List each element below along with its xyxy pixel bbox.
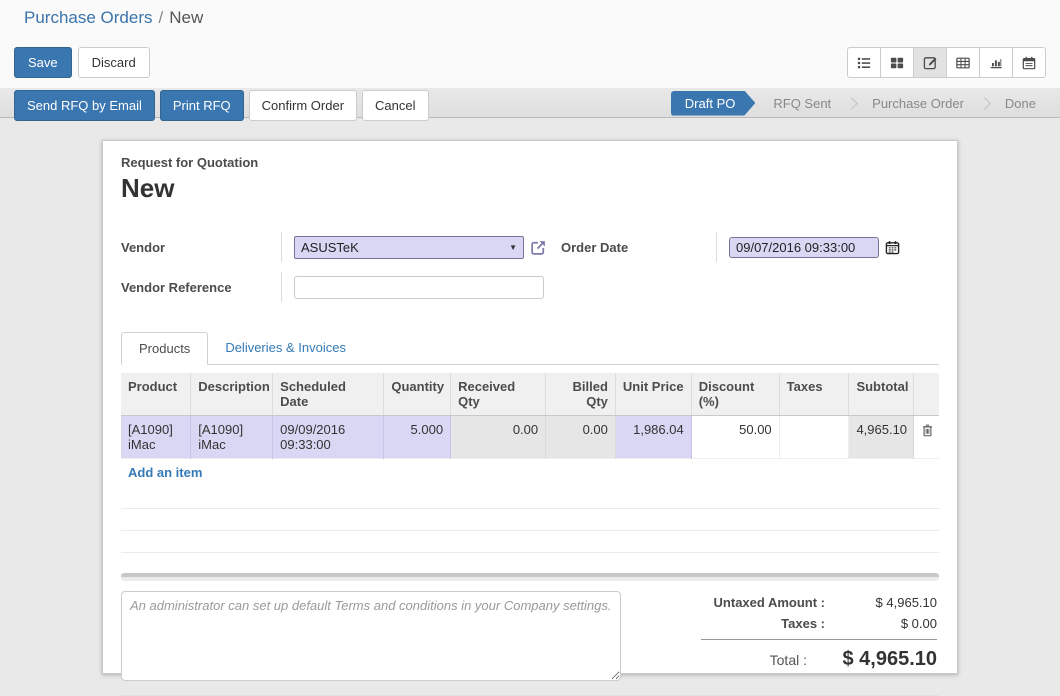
top-bar: Purchase Orders / New Save Discard [0, 0, 1060, 88]
stage-indicator: Draft PO RFQ Sent Purchase Order Done [671, 88, 1050, 118]
stage-purchase-order[interactable]: Purchase Order [858, 96, 978, 111]
cell-scheduled-date[interactable]: 09/09/2016 09:33:00 [273, 416, 384, 459]
cell-received-qty: 0.00 [451, 416, 546, 459]
kanban-view-button[interactable] [880, 47, 914, 78]
add-an-item-link[interactable]: Add an item [128, 465, 202, 480]
calendar-icon [1022, 56, 1036, 70]
content-area: Request for Quotation New Vendor ASUSTeK… [0, 118, 1060, 693]
form-sheet: Request for Quotation New Vendor ASUSTeK… [102, 140, 958, 674]
list-icon [857, 56, 871, 70]
vendor-value: ASUSTeK [301, 240, 509, 255]
form-view-button[interactable] [913, 47, 947, 78]
list-view-button[interactable] [847, 47, 881, 78]
cell-taxes[interactable] [779, 416, 849, 459]
cell-subtotal: 4,965.10 [849, 416, 914, 459]
table-row: [A1090] iMac [A1090] iMac 09/09/2016 09:… [121, 416, 939, 459]
graph-view-button[interactable] [979, 47, 1013, 78]
tab-products[interactable]: Products [121, 332, 208, 365]
breadcrumb-current: New [169, 8, 203, 27]
external-link-icon[interactable] [530, 239, 547, 256]
cell-discount[interactable]: 50.00 [691, 416, 779, 459]
delete-row-icon[interactable] [921, 424, 934, 437]
empty-row [121, 508, 939, 530]
chevron-right-icon [845, 97, 858, 110]
notebook-tabs: Products Deliveries & Invoices [121, 332, 939, 365]
order-date-input[interactable] [729, 237, 879, 258]
cell-billed-qty: 0.00 [546, 416, 616, 459]
horizontal-scrollbar[interactable] [121, 573, 939, 581]
totals-panel: Untaxed Amount : $ 4,965.10 Taxes : $ 0.… [621, 591, 939, 681]
column-description: Description [191, 373, 273, 416]
untaxed-amount-value: $ 4,965.10 [825, 595, 937, 610]
totals-divider [701, 639, 937, 640]
column-received-qty: Received Qty [451, 373, 546, 416]
cell-quantity[interactable]: 5.000 [384, 416, 451, 459]
taxes-value: $ 0.00 [825, 616, 937, 631]
graph-icon [989, 56, 1003, 70]
discard-button[interactable]: Discard [78, 47, 150, 78]
column-actions [914, 373, 939, 416]
order-date-label: Order Date [561, 240, 716, 255]
stage-done[interactable]: Done [991, 96, 1050, 111]
column-scheduled-date: Scheduled Date [273, 373, 384, 416]
cell-description[interactable]: [A1090] iMac [191, 416, 273, 459]
empty-row [121, 486, 939, 508]
form-icon [923, 55, 938, 70]
vendor-reference-label: Vendor Reference [121, 280, 281, 295]
print-rfq-button[interactable]: Print RFQ [160, 90, 244, 121]
stage-rfq-sent[interactable]: RFQ Sent [759, 96, 845, 111]
vendor-label: Vendor [121, 240, 281, 255]
total-value: $ 4,965.10 [807, 648, 937, 671]
total-label: Total : [770, 652, 807, 668]
chevron-right-icon [978, 97, 991, 110]
kanban-icon [890, 56, 904, 70]
cancel-button[interactable]: Cancel [362, 90, 428, 121]
column-billed-qty: Billed Qty [546, 373, 616, 416]
chevron-down-icon: ▼ [509, 243, 517, 252]
breadcrumb: Purchase Orders / New [24, 8, 1060, 28]
column-unit-price: Unit Price [615, 373, 691, 416]
calendar-icon[interactable] [885, 240, 900, 255]
calendar-view-button[interactable] [1012, 47, 1046, 78]
column-subtotal: Subtotal [849, 373, 914, 416]
tab-deliveries-invoices[interactable]: Deliveries & Invoices [208, 332, 363, 364]
view-switcher [847, 47, 1046, 78]
add-item-row: Add an item [121, 459, 939, 487]
vendor-reference-input[interactable] [294, 276, 544, 299]
taxes-label: Taxes : [781, 616, 825, 631]
cell-product[interactable]: [A1090] iMac [121, 416, 191, 459]
column-taxes: Taxes [779, 373, 849, 416]
sheet-bottom-divider [121, 695, 939, 696]
breadcrumb-parent-link[interactable]: Purchase Orders [24, 8, 153, 27]
cell-unit-price[interactable]: 1,986.04 [615, 416, 691, 459]
page-title: New [121, 173, 939, 204]
column-discount: Discount (%) [691, 373, 779, 416]
confirm-order-button[interactable]: Confirm Order [249, 90, 357, 121]
vendor-select[interactable]: ASUSTeK ▼ [294, 236, 524, 259]
untaxed-amount-label: Untaxed Amount : [714, 595, 825, 610]
save-button[interactable]: Save [14, 47, 72, 78]
column-product: Product [121, 373, 191, 416]
terms-and-conditions-textarea[interactable] [121, 591, 621, 681]
order-lines-table: Product Description Scheduled Date Quant… [121, 373, 939, 553]
empty-row [121, 530, 939, 552]
pivot-view-button[interactable] [946, 47, 980, 78]
column-quantity: Quantity [384, 373, 451, 416]
send-rfq-by-email-button[interactable]: Send RFQ by Email [14, 90, 155, 121]
pivot-icon [956, 56, 970, 70]
breadcrumb-separator: / [159, 8, 164, 27]
table-header-row: Product Description Scheduled Date Quant… [121, 373, 939, 416]
stage-draft-po[interactable]: Draft PO [671, 91, 756, 116]
document-subtitle: Request for Quotation [121, 155, 939, 170]
status-bar: Send RFQ by Email Print RFQ Confirm Orde… [0, 88, 1060, 118]
